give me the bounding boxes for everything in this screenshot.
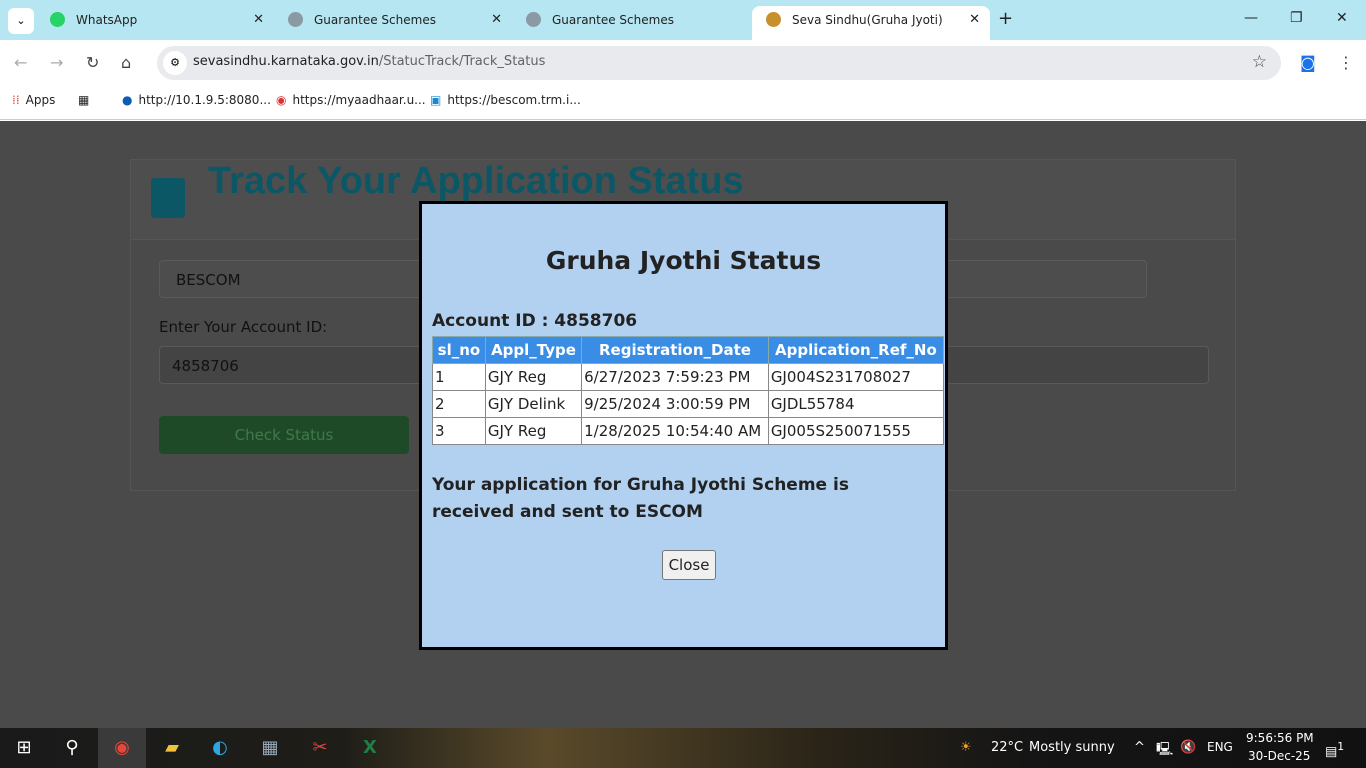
tab-title: Guarantee Schemes	[552, 13, 674, 27]
bookmark-hp[interactable]: ● http://10.1.9.5:8080...	[122, 93, 271, 107]
clock-time[interactable]: 9:56:56 PM	[1246, 731, 1314, 745]
globe-icon	[288, 12, 303, 27]
weather-icon: ☀	[960, 740, 972, 755]
bookmarks-bar: ⁞⁞ Apps ▦ ● http://10.1.9.5:8080... ◉ https…	[0, 86, 1366, 120]
table-row: 2 GJY Delink 9/25/2024 3:00:59 PM GJDL55784	[432, 390, 945, 418]
cell: 3	[432, 417, 486, 445]
hp-icon: ●	[122, 93, 133, 107]
bookmark-label: https://bescom.trm.i...	[447, 93, 581, 107]
new-tab-button[interactable]: +	[998, 8, 1013, 29]
show-hidden-icons[interactable]: ^	[1134, 740, 1145, 755]
col-header: Application_Ref_No	[767, 336, 945, 364]
site-info-icon[interactable]: ⚙	[163, 51, 187, 75]
bookmark-apps[interactable]: ⁞⁞ Apps	[12, 93, 55, 107]
bookmark-bescom[interactable]: ▣ https://bescom.trm.i...	[430, 93, 581, 107]
status-message: Your application for Gruha Jyothi Scheme…	[432, 475, 849, 522]
notifications-icon[interactable]: ▤1	[1325, 740, 1344, 759]
close-tab-icon[interactable]: ✕	[491, 6, 502, 34]
table-row: 3 GJY Reg 1/28/2025 10:54:40 AM GJ005S25007…	[432, 417, 945, 445]
status-modal: Gruha Jyothi Status Account ID : 4858706…	[419, 201, 948, 650]
network-icon[interactable]: 🖳	[1156, 740, 1173, 762]
cell: 9/25/2024 3:00:59 PM	[581, 390, 769, 418]
bookmark-aadhaar[interactable]: ◉ https://myaadhaar.u...	[276, 93, 426, 107]
cell: GJDL55784	[767, 390, 945, 418]
file-explorer-icon[interactable]: ▰	[148, 728, 196, 768]
cell: 6/27/2023 7:59:23 PM	[581, 363, 769, 391]
tab-guarantee-2[interactable]: Guarantee Schemes	[512, 6, 750, 40]
weather-desc[interactable]: Mostly sunny	[1029, 740, 1115, 755]
browser-toolbar: ← → ↻ ⌂ ⚙ sevasindhu.karnataka.gov.in/St…	[0, 40, 1366, 86]
forward-button[interactable]: →	[50, 53, 63, 72]
bookmark-label: http://10.1.9.5:8080...	[138, 93, 271, 107]
col-header: Registration_Date	[581, 336, 769, 364]
cell: GJY Reg	[484, 363, 583, 391]
cell: 1	[432, 363, 486, 391]
extension-icon[interactable]: ◙	[1300, 53, 1316, 72]
tab-whatsapp[interactable]: WhatsApp ✕	[36, 6, 274, 40]
snipping-tool-icon[interactable]: ✂	[296, 728, 344, 768]
restore-button[interactable]: ❐	[1290, 10, 1303, 26]
cell: GJY Reg	[484, 417, 583, 445]
account-id-text: Account ID : 4858706	[432, 311, 638, 331]
tab-title: WhatsApp	[76, 13, 138, 27]
search-icon[interactable]: ⚲	[48, 728, 96, 768]
reload-button[interactable]: ↻	[86, 53, 99, 72]
whatsapp-icon	[50, 12, 65, 27]
tab-title: Seva Sindhu(Gruha Jyoti)	[792, 13, 943, 27]
minimize-button[interactable]: —	[1244, 10, 1258, 26]
karnataka-emblem-icon	[766, 12, 781, 27]
cell: GJ005S250071555	[767, 417, 945, 445]
tab-guarantee-1[interactable]: Guarantee Schemes ✕	[274, 6, 512, 40]
account-label: Enter Your Account ID:	[159, 318, 328, 336]
back-button[interactable]: ←	[14, 53, 27, 72]
clock-date[interactable]: 30-Dec-25	[1248, 749, 1310, 763]
excel-icon[interactable]: X	[346, 728, 394, 768]
globe-icon	[526, 12, 541, 27]
close-tab-icon[interactable]: ✕	[253, 6, 264, 34]
book-icon	[151, 178, 185, 218]
notification-count: 1	[1337, 740, 1345, 753]
language-indicator[interactable]: ENG	[1207, 740, 1233, 754]
bookmark-label: https://myaadhaar.u...	[292, 93, 426, 107]
cell: 2	[432, 390, 486, 418]
calculator-icon[interactable]: ▦	[246, 728, 294, 768]
tab-search-button[interactable]: ⌄	[8, 8, 34, 34]
modal-title: Gruha Jyothi Status	[545, 246, 822, 275]
tab-strip: ⌄ WhatsApp ✕ Guarantee Schemes ✕ Guarantee…	[0, 0, 1366, 40]
taskbar: ⊞ ⚲ ◉ ▰ ◐ ▦ ✂ X ☀ 22°C Mostly sunny ^ 🖳 …	[0, 728, 1366, 768]
home-button[interactable]: ⌂	[121, 53, 131, 72]
tab-seva-sindhu[interactable]: Seva Sindhu(Gruha Jyoti) ✕	[752, 6, 990, 40]
volume-muted-icon[interactable]: 🔇	[1180, 740, 1196, 755]
close-tab-icon[interactable]: ✕	[969, 6, 980, 34]
address-bar[interactable]: ⚙ sevasindhu.karnataka.gov.in/StatucTrac…	[157, 46, 1281, 80]
cell: GJ004S231708027	[767, 363, 945, 391]
url-text: sevasindhu.karnataka.gov.in/StatucTrack/…	[193, 54, 546, 69]
temperature[interactable]: 22°C	[991, 740, 1023, 755]
edge-icon[interactable]: ◐	[196, 728, 244, 768]
bookmark-star-icon[interactable]: ☆	[1252, 52, 1267, 72]
tab-groups-icon[interactable]: ▦	[78, 93, 89, 107]
status-table: sl_no Appl_Type Registration_Date Applic…	[432, 336, 945, 445]
col-header: sl_no	[432, 336, 486, 364]
cell: 1/28/2025 10:54:40 AM	[581, 417, 769, 445]
close-button[interactable]: Close	[662, 550, 716, 580]
aadhaar-icon: ◉	[276, 93, 287, 107]
tab-title: Guarantee Schemes	[314, 13, 436, 27]
check-status-button[interactable]: Check Status	[159, 416, 409, 454]
table-row: 1 GJY Reg 6/27/2023 7:59:23 PM GJ004S231708…	[432, 363, 945, 391]
close-window-button[interactable]: ✕	[1336, 10, 1348, 26]
bescom-icon: ▣	[430, 93, 442, 107]
cell: GJY Delink	[484, 390, 583, 418]
menu-icon[interactable]: ⋮	[1338, 53, 1354, 72]
chrome-icon[interactable]: ◉	[98, 728, 146, 768]
col-header: Appl_Type	[484, 336, 583, 364]
start-button[interactable]: ⊞	[0, 728, 48, 768]
bookmark-label: Apps	[25, 93, 56, 107]
page-title: Track Your Application Status	[208, 160, 744, 202]
apps-grid-icon: ⁞⁞	[12, 93, 20, 107]
